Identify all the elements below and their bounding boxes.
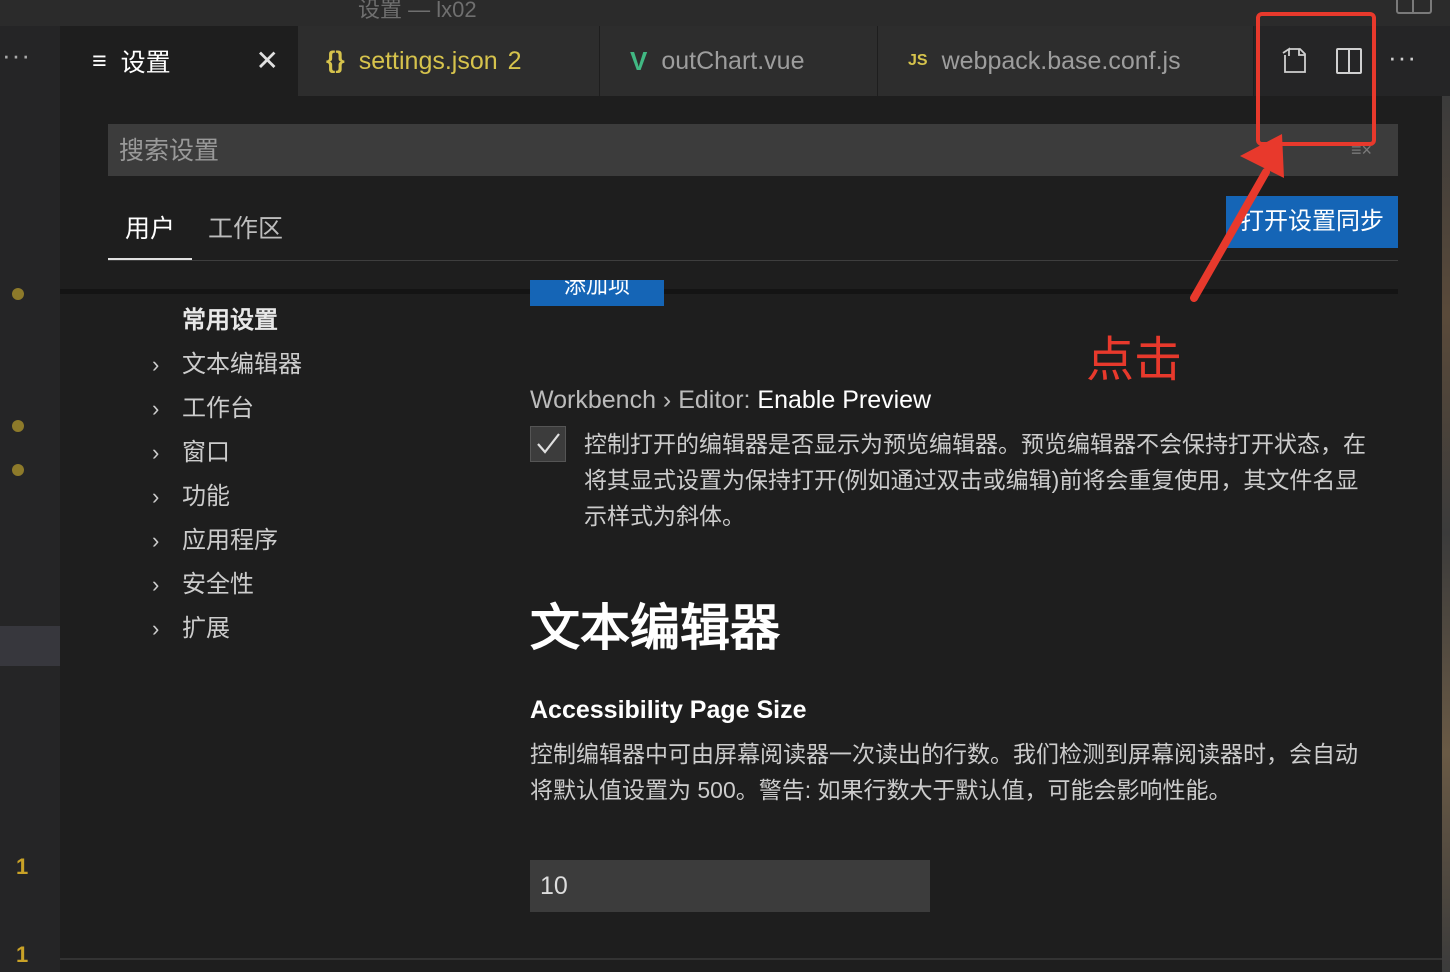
chevron-right-icon: › (152, 440, 160, 465)
tab-webpack-base-conf[interactable]: JS webpack.base.conf.js (878, 26, 1254, 96)
toc-item-label: 文本编辑器 (182, 351, 302, 378)
modified-dot-icon (12, 464, 24, 476)
chevron-right-icon: › (152, 352, 160, 377)
toc-item-workbench[interactable]: › 工作台 (152, 388, 254, 423)
more-icon[interactable]: ··· (2, 40, 31, 71)
toc-item-extensions[interactable]: › 扩展 (152, 608, 230, 643)
chevron-right-icon: › (152, 528, 160, 553)
chevron-right-icon: › (152, 572, 160, 597)
tab-label: webpack.base.conf.js (941, 46, 1181, 75)
toc-item-label: 功能 (182, 483, 230, 510)
divider (60, 958, 1450, 960)
accessibility-page-size-input[interactable] (530, 860, 930, 912)
tab-label: outChart.vue (661, 46, 805, 75)
toc-item-window[interactable]: › 窗口 (152, 432, 230, 467)
setting-title-accessibility-page-size: Accessibility Page Size (530, 696, 807, 724)
chevron-right-icon: › (152, 616, 160, 641)
tab-label: 设置 (120, 49, 171, 77)
close-icon[interactable]: ✕ (256, 47, 279, 75)
toc-item-common[interactable]: 常用设置 (182, 300, 278, 335)
toc-item-security[interactable]: › 安全性 (152, 564, 254, 599)
modified-dot-icon (12, 288, 24, 300)
more-actions-icon[interactable]: ··· (1388, 42, 1417, 73)
toc-item-label: 扩展 (182, 615, 230, 642)
toc-item-features[interactable]: › 功能 (152, 476, 230, 511)
toc-item-label: 应用程序 (182, 527, 278, 554)
setting-description: 控制打开的编辑器是否显示为预览编辑器。预览编辑器不会保持打开状态，在将其显式设置… (584, 431, 1366, 529)
toc-item-label: 窗口 (182, 439, 230, 466)
settings-editor-icon: ≡ (92, 46, 107, 75)
enable-preview-checkbox[interactable] (530, 426, 566, 462)
search-input[interactable] (108, 124, 1321, 178)
tab-label: settings.json (358, 46, 498, 75)
tab-settings[interactable]: ≡ 设置 ✕ (60, 26, 298, 96)
toc-item-label: 安全性 (182, 571, 254, 598)
layout-icon[interactable] (1396, 0, 1432, 14)
left-panel-edge (0, 26, 60, 972)
problem-count: 1 (16, 854, 29, 879)
tab-settings-json[interactable]: {} settings.json 2 (298, 26, 600, 96)
setting-category: Workbench › Editor: (530, 386, 758, 414)
annotation-label: 点击 (1086, 334, 1183, 387)
modified-dot-icon (12, 420, 24, 432)
checkmark-icon (537, 433, 560, 454)
setting-title-enable-preview: Workbench › Editor: Enable Preview (530, 386, 931, 415)
editor-tab-bar: ≡ 设置 ✕ {} settings.json 2 V outChart.vue… (60, 26, 1450, 96)
toc-item-label: 工作台 (182, 395, 254, 422)
window-edge (1442, 96, 1450, 972)
title-bar: 设置 — lx02 (0, 0, 1450, 26)
javascript-file-icon: JS (908, 52, 928, 69)
window-title: 设置 — lx02 (358, 0, 477, 22)
toc-item-application[interactable]: › 应用程序 (152, 520, 278, 555)
setting-description: 控制编辑器中可由屏幕阅读器一次读出的行数。我们检测到屏幕阅读器时，会自动将默认值… (530, 741, 1358, 803)
problem-count: 1 (16, 942, 29, 967)
vue-file-icon: V (630, 45, 648, 76)
chevron-right-icon: › (152, 396, 160, 421)
tab-outchart-vue[interactable]: V outChart.vue (600, 26, 878, 96)
tab-workspace-settings[interactable]: 工作区 (208, 210, 283, 248)
add-item-button[interactable]: 添加项 (530, 280, 664, 306)
toc-item-text-editor[interactable]: › 文本编辑器 (152, 344, 302, 379)
annotation-arrow-icon (1190, 134, 1284, 302)
chevron-right-icon: › (152, 484, 160, 509)
json-file-icon: {} (326, 47, 345, 74)
selected-row-highlight (0, 626, 60, 666)
tab-user-settings[interactable]: 用户 (108, 210, 192, 260)
section-heading-text-editor: 文本编辑器 (530, 600, 780, 656)
problem-count-badge: 2 (507, 46, 522, 75)
setting-name: Enable Preview (757, 386, 932, 414)
